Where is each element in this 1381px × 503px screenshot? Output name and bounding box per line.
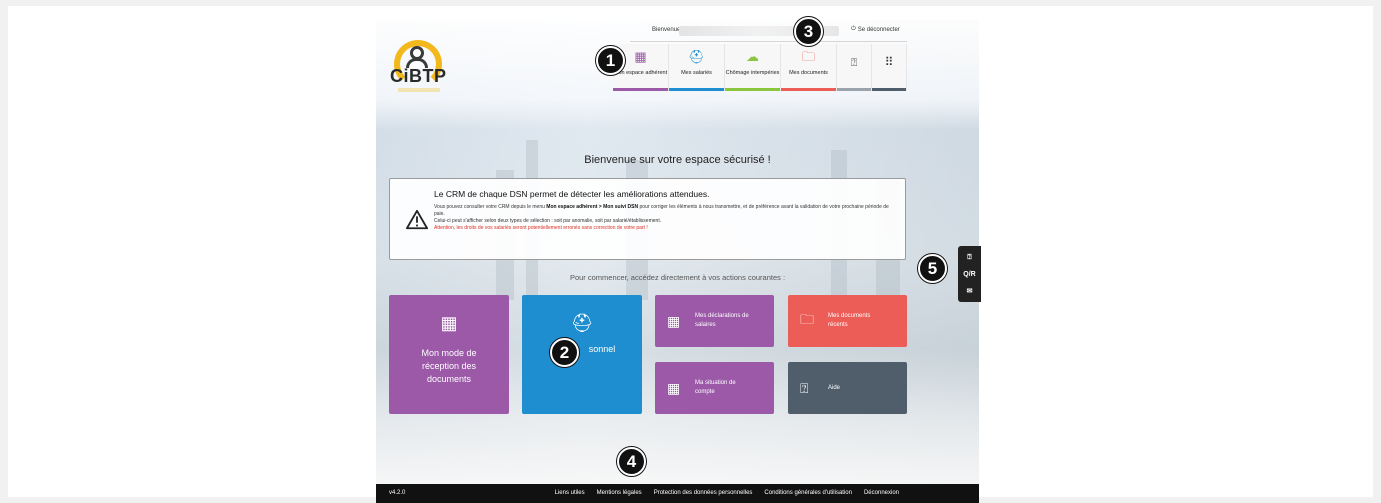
footer: v4.2.0 Liens utiles Mentions légales Pro… (376, 484, 979, 503)
footer-link-liens-utiles[interactable]: Liens utiles (555, 490, 585, 496)
alert-body: Vous pouvez consulter votre CRM depuis l… (434, 204, 894, 232)
side-help-bar: ⍰ Q/R ✉ (958, 246, 981, 302)
main-nav: ▦ Mon espace adhérent ⛑ Mes salariés ☁ C… (613, 44, 907, 91)
annotation-marker-1: 1 (596, 46, 625, 75)
page-title: Bienvenue sur votre espace sécurisé ! (584, 154, 771, 166)
helmet-icon: ⛑ (570, 313, 594, 333)
nav-mes-documents[interactable]: 🗀 Mes documents (781, 44, 837, 91)
folder-icon: 🗀 (800, 311, 814, 327)
tile-label: Mes déclarations de salaires (695, 313, 749, 328)
nav-label: Mon espace adhérent (613, 70, 668, 76)
footer-link-cgu[interactable]: Conditions générales d'utilisation (764, 490, 852, 496)
tile-label: Ma situation de compte (695, 380, 736, 395)
apps-grid-icon: ⠿ (884, 55, 894, 69)
nav-color-bar (613, 88, 668, 91)
logo-underline (398, 88, 440, 92)
tile-documents-recents[interactable]: 🗀 Mes documents récents (788, 295, 907, 347)
qr-link[interactable]: Q/R (963, 271, 975, 278)
building-icon: ▦ (667, 312, 681, 329)
tile-situation-compte[interactable]: ▦ Ma situation de compte (655, 362, 774, 414)
nav-color-bar (781, 88, 836, 91)
mail-icon[interactable]: ✉ (967, 287, 973, 295)
building-icon: ▦ (634, 49, 647, 64)
nav-color-bar (872, 88, 906, 91)
annotation-marker-2: 2 (550, 338, 579, 367)
tile-label: Mon mode de réception des documents (421, 348, 477, 384)
help-icon: ⍰ (850, 57, 858, 69)
nav-label: Mes documents (789, 70, 828, 76)
question-circle-icon[interactable]: ⍰ (967, 254, 971, 262)
warning-icon (406, 209, 428, 230)
tile-label: Mes documents récents (828, 313, 871, 328)
tile-mode-reception[interactable]: ▦ Mon mode de réception des documents (389, 295, 509, 414)
page: Bienvenue J ⏻ Se déconnecter CiBTP ▦ Mon… (376, 20, 979, 503)
nav-color-bar (725, 88, 780, 91)
annotation-marker-5: 5 (918, 254, 947, 283)
nav-label: Chômage intempéries (725, 70, 780, 76)
alert-text: Celui-ci peut s'afficher selon deux type… (434, 218, 662, 224)
nav-color-bar (669, 88, 724, 91)
footer-links: Liens utiles Mentions légales Protection… (555, 490, 899, 496)
helmet-icon: ⛑ (688, 49, 705, 64)
footer-link-deconnexion[interactable]: Déconnexion (864, 490, 899, 496)
version-label: v4.2.0 (389, 490, 406, 496)
tile-label: Aide (828, 384, 841, 391)
nav-label: Mes salariés (681, 70, 712, 76)
logout-link[interactable]: ⏻ Se déconnecter (851, 26, 900, 33)
alert-menu-path: Mon espace adhérent > Mon suivi DSN (546, 204, 639, 210)
nav-help[interactable]: ⍰ (837, 44, 872, 91)
footer-link-protection-donnees[interactable]: Protection des données personnelles (654, 490, 753, 496)
nav-apps[interactable]: ⠿ (872, 44, 907, 91)
building-icon: ▦ (667, 379, 681, 396)
rain-cloud-icon: ☁ (746, 49, 759, 64)
tile-aide[interactable]: ⍰ Aide (788, 362, 907, 414)
cibtp-logo[interactable]: CiBTP (390, 38, 456, 94)
logo-person-head (410, 46, 424, 60)
nav-mes-salaries[interactable]: ⛑ Mes salariés (669, 44, 725, 91)
footer-link-mentions-legales[interactable]: Mentions légales (597, 490, 642, 496)
folder-icon: 🗀 (801, 49, 815, 64)
nav-chomage-intemperies[interactable]: ☁ Chômage intempéries (725, 44, 781, 91)
building-icon: ▦ (440, 313, 458, 333)
tile-personnel[interactable]: ⛑ sonnel (522, 295, 642, 414)
logout-label: Se déconnecter (857, 26, 900, 33)
alert-text: Vous pouvez consulter votre CRM depuis l… (434, 204, 547, 210)
logo-text: CiBTP (390, 66, 447, 86)
crm-alert: Le CRM de chaque DSN permet de détecter … (389, 178, 906, 260)
annotation-marker-4: 4 (617, 447, 646, 476)
alert-warning: Attention, les droits de vos salariés se… (434, 225, 648, 231)
nav-color-bar (837, 88, 871, 91)
alert-title: Le CRM de chaque DSN permet de détecter … (434, 189, 710, 199)
help-icon: ⍰ (800, 379, 809, 396)
annotation-marker-3: 3 (794, 17, 823, 46)
actions-subtitle: Pour commencer, accédez directement à vo… (569, 273, 786, 282)
power-icon: ⏻ (851, 26, 856, 32)
tile-declarations-salaires[interactable]: ▦ Mes déclarations de salaires (655, 295, 774, 347)
